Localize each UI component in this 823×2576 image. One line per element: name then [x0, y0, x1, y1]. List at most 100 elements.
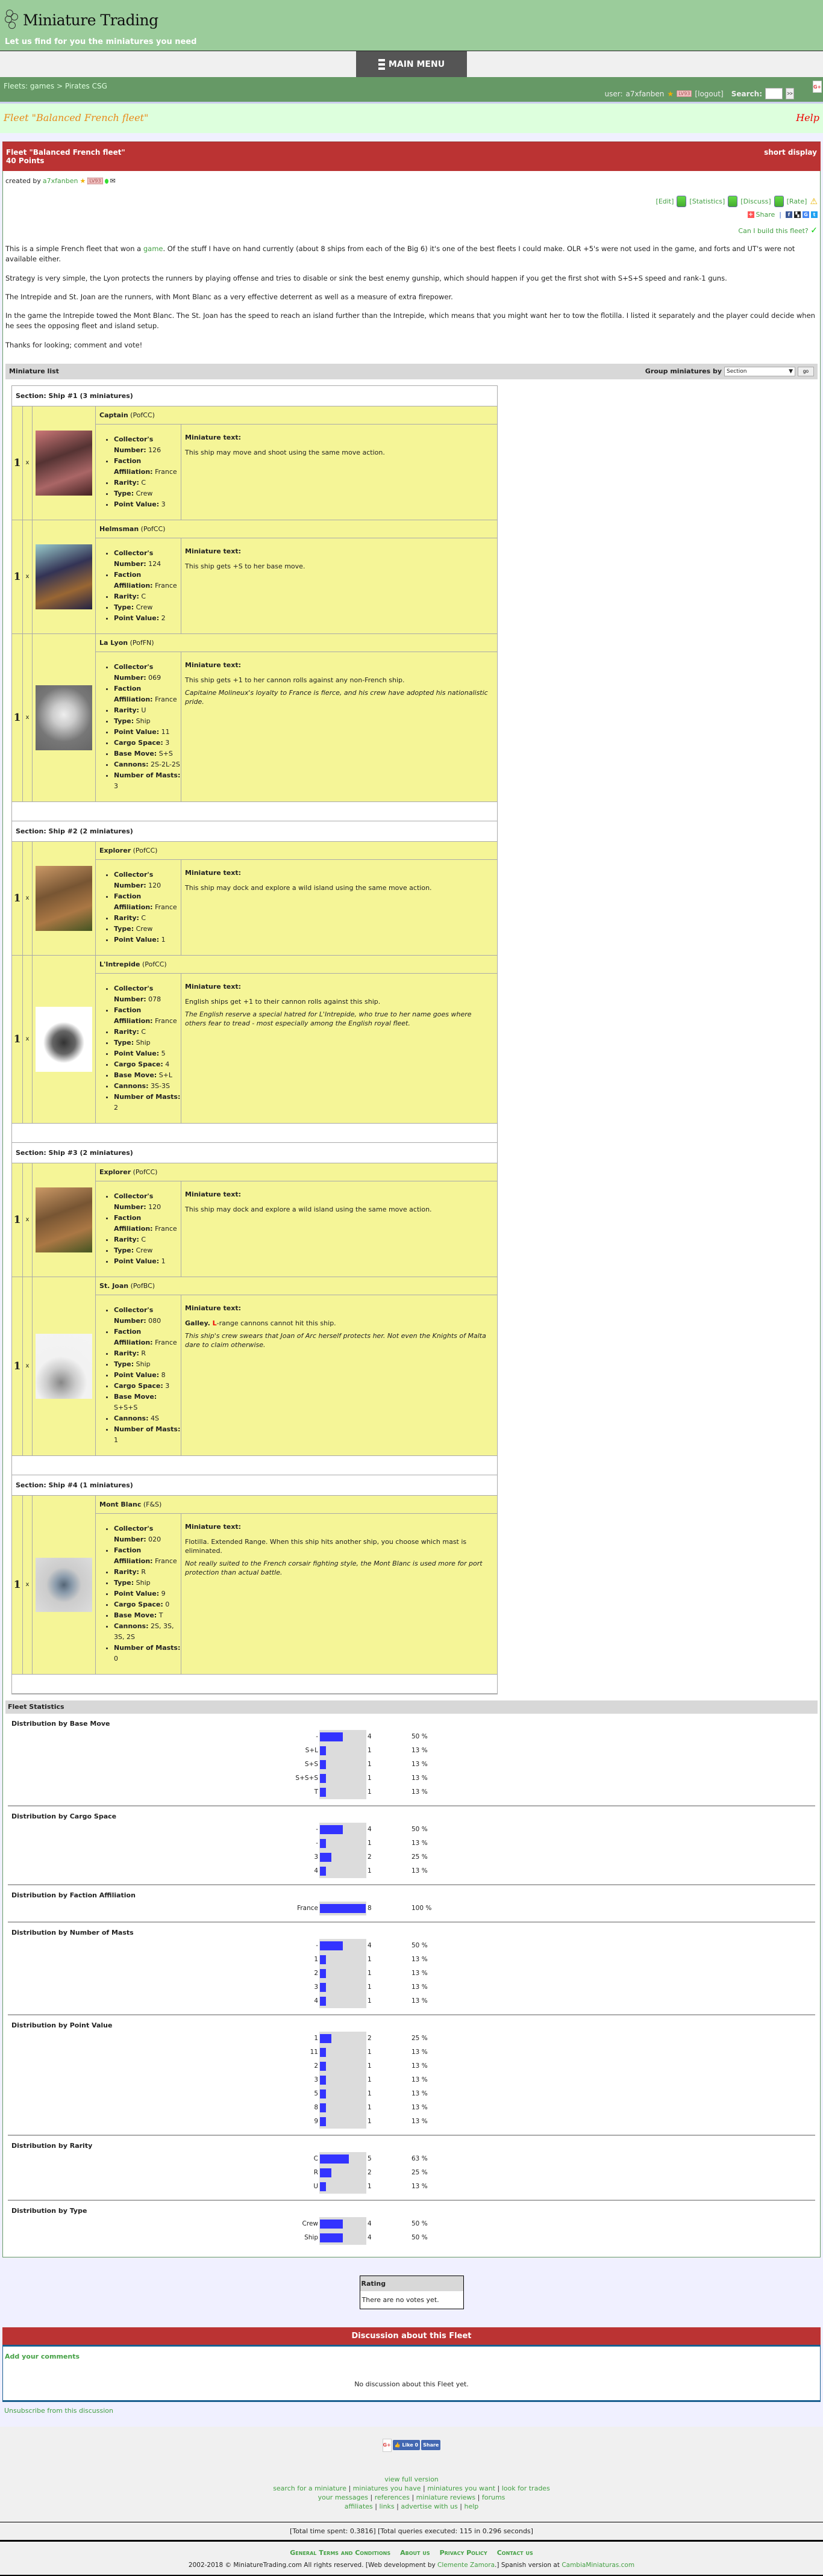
dropdown-arrow-icon: ▼: [789, 368, 793, 375]
statistics-icon[interactable]: [677, 196, 687, 207]
footer-link[interactable]: links: [379, 2503, 394, 2510]
footer-link[interactable]: miniatures you have: [353, 2484, 421, 2492]
spanish-site-link[interactable]: CambiaMiniaturas.com: [562, 2562, 634, 2569]
distribution-title: Distribution by Number of Masts: [11, 1928, 134, 1937]
google-plus-button[interactable]: G+: [813, 81, 822, 93]
stat-label: Cannons:: [114, 1622, 149, 1630]
facebook-icon[interactable]: f: [786, 211, 792, 218]
distribution-row: - 1 13 %: [11, 1836, 812, 1850]
short-display-link[interactable]: short display: [764, 148, 817, 157]
breadcrumb-pirates-csg[interactable]: Pirates CSG: [65, 82, 107, 90]
explorer-portrait-image[interactable]: [36, 1187, 92, 1252]
miniature-row: 1xExplorer (PofCC)Collector's Number: 12…: [12, 841, 497, 956]
legal-link[interactable]: Privacy Policy: [440, 2549, 487, 2557]
footer-link[interactable]: help: [465, 2503, 479, 2510]
miniature-name-link[interactable]: St. Joan: [99, 1282, 128, 1290]
stats-list: Collector's Number: 124Faction Affiliati…: [96, 548, 181, 624]
miniature-body: Collector's Number: 120Faction Affiliati…: [96, 859, 497, 955]
footer-link[interactable]: look for trades: [502, 2484, 550, 2492]
miniature-name-link[interactable]: Helmsman: [99, 525, 139, 533]
mont-blanc-ship-image[interactable]: [36, 1557, 92, 1612]
lintrepide-ship-image[interactable]: [36, 1006, 92, 1072]
miniature-name-link[interactable]: Captain: [99, 411, 128, 419]
distribution-row: Crew 4 50 %: [11, 2217, 812, 2231]
breadcrumb-fleets-games[interactable]: Fleets: games: [4, 82, 54, 90]
site-title[interactable]: Miniature Trading: [23, 11, 158, 29]
add-comments-link[interactable]: Add your comments: [5, 2353, 80, 2360]
creator-link[interactable]: a7xfanben: [43, 177, 78, 185]
miniature-image-cell: [33, 955, 96, 1123]
la-lyon-ship-image[interactable]: [36, 685, 92, 750]
footer-link[interactable]: references: [375, 2494, 410, 2501]
statistics-link[interactable]: [Statistics]: [689, 198, 725, 205]
miniature-name: Helmsman (PofCC): [96, 520, 497, 538]
footer-link[interactable]: affiliates: [345, 2503, 373, 2510]
stat-label: Type:: [114, 717, 134, 725]
search-go-button[interactable]: >>: [786, 88, 794, 99]
facebook-share-button[interactable]: Share: [421, 2440, 441, 2451]
group-by-go-button[interactable]: go: [798, 366, 814, 376]
discuss-icon[interactable]: [728, 196, 738, 207]
unsubscribe-link[interactable]: Unsubscribe from this discussion: [4, 2407, 113, 2415]
footer-link[interactable]: search for a miniature: [273, 2484, 346, 2492]
footer-link[interactable]: your messages: [318, 2494, 368, 2501]
bar-count: 5: [368, 2155, 372, 2163]
facebook-like-button[interactable]: 👍 Like 0: [392, 2440, 421, 2451]
bar-label: 3: [314, 2076, 318, 2084]
miniature-name-link[interactable]: La Lyon: [99, 639, 128, 647]
discuss-link[interactable]: [Discuss]: [740, 198, 771, 205]
help-link[interactable]: Help: [796, 112, 819, 123]
miniature-row: 1x L'Intrepide (PofCC) Collector's Number:…: [12, 955, 497, 1124]
myspace-icon[interactable]: ▚: [794, 211, 801, 218]
miniature-name-link[interactable]: Mont Blanc: [99, 1501, 141, 1508]
miniature-name-link[interactable]: Explorer: [99, 1168, 131, 1176]
stat-item: Cannons: 4S: [114, 1413, 181, 1424]
bar-count: 1: [368, 1775, 372, 1782]
group-by-select[interactable]: Section ▼: [724, 366, 795, 376]
rate-link[interactable]: [Rate]: [787, 198, 807, 205]
share-plus-icon[interactable]: +: [747, 211, 754, 218]
twitter-icon[interactable]: t: [811, 211, 818, 218]
message-icon[interactable]: ✉: [110, 177, 116, 185]
can-build-link[interactable]: Can I build this fleet?: [738, 227, 808, 235]
bar-percent: 13 %: [411, 1867, 428, 1875]
miniature-name-link[interactable]: Explorer: [99, 847, 131, 854]
search-input[interactable]: [765, 88, 783, 99]
st-joan-ship-image[interactable]: [36, 1333, 92, 1399]
developer-link[interactable]: Clemente Zamora: [437, 2562, 495, 2569]
stat-label: Rarity:: [114, 706, 139, 714]
bar-percent: 13 %: [411, 1761, 428, 1769]
view-full-version-link[interactable]: view full version: [384, 2475, 439, 2483]
stat-value: S+L: [158, 1071, 173, 1079]
share-link[interactable]: Share: [756, 211, 775, 219]
footer-link[interactable]: miniature reviews: [416, 2494, 475, 2501]
created-by-label: created by: [5, 177, 41, 185]
bar: [320, 1866, 326, 1876]
distribution-row: 1 1 13 %: [11, 1952, 812, 1967]
legal-link[interactable]: About us: [400, 2549, 430, 2557]
logout-link[interactable]: [logout]: [695, 90, 723, 98]
footer-link[interactable]: miniatures you want: [427, 2484, 495, 2492]
legal-link[interactable]: General Terms and Conditions: [290, 2549, 390, 2557]
captain-portrait-image[interactable]: [36, 430, 92, 496]
google-plus-button[interactable]: G+: [382, 2438, 392, 2452]
edit-link[interactable]: [Edit]: [656, 198, 674, 205]
distribution-row: - 4 50 %: [11, 1938, 812, 1953]
explorer-portrait-image[interactable]: [36, 865, 92, 931]
stat-value: 9: [161, 1589, 166, 1598]
footer-link[interactable]: forums: [482, 2494, 505, 2501]
main-menu-button[interactable]: MAIN MENU: [356, 51, 467, 77]
miniature-name: La Lyon (PofFN): [96, 634, 497, 652]
game-link[interactable]: game: [143, 244, 163, 253]
report-warning-icon[interactable]: ⚠: [810, 197, 818, 207]
legal-link[interactable]: Contact us: [497, 2549, 533, 2557]
miniature-name-link[interactable]: L'Intrepide: [99, 960, 140, 968]
miniature-name: Explorer (PofCC): [96, 1163, 497, 1181]
google-icon[interactable]: G: [803, 211, 809, 218]
miniature-body: Collector's Number: 020Faction Affiliati…: [96, 1513, 497, 1674]
username-link[interactable]: a7xfanben: [626, 90, 665, 98]
helmsman-portrait-image[interactable]: [36, 544, 92, 609]
footer-link[interactable]: advertise with us: [401, 2503, 457, 2510]
rate-icon[interactable]: [774, 196, 784, 207]
level-badge: LV93: [677, 90, 692, 97]
